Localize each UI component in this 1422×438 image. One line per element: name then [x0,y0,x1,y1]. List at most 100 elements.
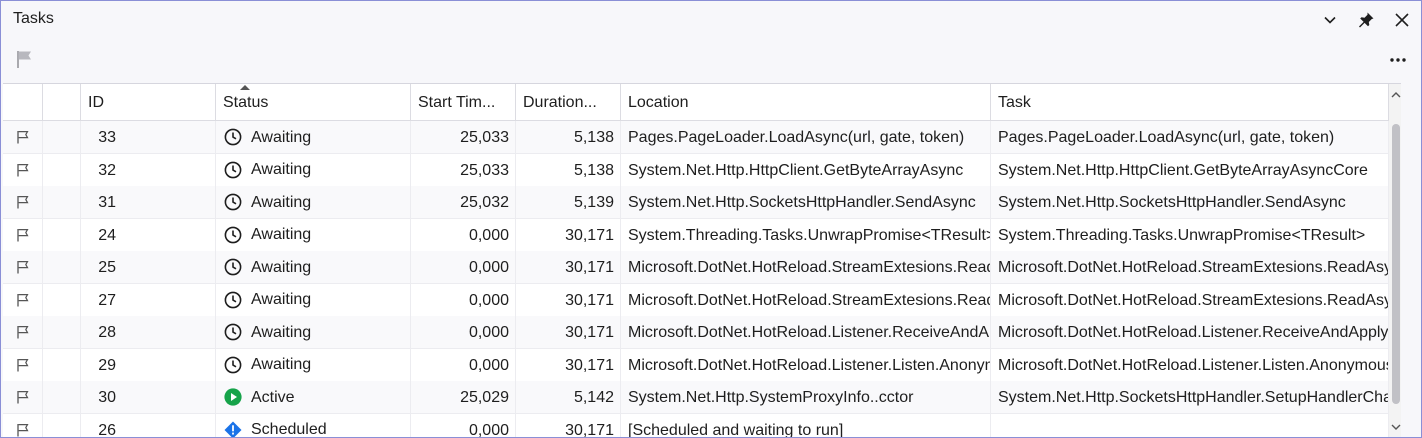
flag-task-toggle[interactable] [3,251,43,283]
task-location: System.Net.Http.HttpClient.GetByteArrayA… [621,153,991,186]
task-duration: 30,171 [516,283,621,316]
flag-outline-icon [16,423,29,436]
task-duration: 5,138 [516,121,621,153]
flag-task-toggle[interactable] [3,121,43,153]
row-blank-cell [43,186,81,218]
task-duration: 5,142 [516,381,621,413]
flag-task-toggle[interactable] [3,283,43,316]
task-start-time: 0,000 [411,316,516,348]
play-circle-icon [224,388,242,406]
task-id: 26 [81,413,216,437]
col-header-blank[interactable] [43,84,81,120]
task-duration: 5,138 [516,153,621,186]
flag-toolbar-button[interactable] [15,49,37,71]
scrollbar-thumb[interactable] [1392,124,1400,404]
row-blank-cell [43,348,81,381]
flag-outline-icon [16,293,29,306]
col-header-task[interactable]: Task [991,84,1389,120]
table-row[interactable]: 29 Awaiting 0,000 30,171 Microsoft.DotNet.Ho… [3,348,1389,382]
task-location: Pages.PageLoader.LoadAsync(url, gate, to… [621,121,991,153]
toolbar [1,39,1421,83]
close-icon [1395,13,1409,27]
task-start-time: 25,033 [411,153,516,186]
task-duration: 30,171 [516,348,621,381]
flag-outline-icon [16,196,29,209]
task-id: 30 [81,381,216,413]
tasks-window: Tasks ID Status Start Tim... Duration...… [0,0,1422,438]
clock-icon [224,226,242,244]
col-header-duration[interactable]: Duration... [516,84,621,120]
col-header-status-label: Status [223,94,269,111]
col-header-status[interactable]: Status [216,84,411,120]
task-start-time: 0,000 [411,348,516,381]
window-menu-button[interactable] [1317,7,1343,33]
clock-icon [224,323,242,341]
table-row[interactable]: 26 Scheduled 0,000 30,171 [Scheduled and wai… [3,413,1389,437]
table-row[interactable]: 33 Awaiting 25,033 5,138 Pages.PageLoader.Lo… [3,121,1389,154]
flag-task-toggle[interactable] [3,218,43,251]
task-id: 33 [81,121,216,153]
scroll-down-icon[interactable] [1390,422,1401,432]
task-status: Awaiting [216,348,411,381]
task-start-time: 0,000 [411,251,516,283]
clock-icon [224,128,242,146]
task-status: Awaiting [216,121,411,153]
col-header-location[interactable]: Location [621,84,991,120]
flag-task-toggle[interactable] [3,316,43,348]
task-start-time: 0,000 [411,283,516,316]
sort-ascending-icon [240,85,250,90]
flag-task-toggle[interactable] [3,348,43,381]
table-row[interactable]: 25 Awaiting 0,000 30,171 Microsoft.DotNet.Ho… [3,251,1389,284]
task-status-label: Active [251,388,295,406]
chevron-down-icon [1324,16,1336,24]
table-row[interactable]: 30 Active 25,029 5,142 System.Net.Http.Syste… [3,381,1389,414]
row-blank-cell [43,381,81,413]
flag-task-toggle[interactable] [3,186,43,218]
flag-outline-icon [16,391,29,404]
task-start-time: 0,000 [411,218,516,251]
task-status: Awaiting [216,218,411,251]
task-status-label: Awaiting [251,226,312,243]
table-row[interactable]: 27 Awaiting 0,000 30,171 Microsoft.DotNet.Ho… [3,283,1389,317]
table-row[interactable]: 31 Awaiting 25,032 5,139 System.Net.Http.Soc… [3,186,1389,219]
scroll-up-icon[interactable] [1390,90,1401,100]
task-location: Microsoft.DotNet.HotReload.Listener.List… [621,348,991,381]
table-row[interactable]: 24 Awaiting 0,000 30,171 System.Threading.Ta… [3,218,1389,252]
pin-button[interactable] [1353,7,1379,33]
flag-task-toggle[interactable] [3,153,43,186]
info-diamond-icon [224,421,242,437]
pin-icon [1359,12,1374,28]
task-status-label: Awaiting [251,258,312,276]
col-header-flag[interactable] [3,84,43,120]
task-id: 31 [81,186,216,218]
row-blank-cell [43,121,81,153]
task-name: System.Threading.Tasks.UnwrapPromise<TRe… [991,218,1389,251]
clock-icon [224,291,242,309]
task-name: Pages.PageLoader.LoadAsync(url, gate, to… [991,121,1389,153]
task-name: Microsoft.DotNet.HotReload.StreamExtesio… [991,283,1389,316]
col-header-id[interactable]: ID [81,84,216,120]
task-location: Microsoft.DotNet.HotReload.Listener.Rece… [621,316,991,348]
more-options-button[interactable] [1384,47,1412,73]
task-location: Microsoft.DotNet.HotReload.StreamExtesio… [621,283,991,316]
vertical-scrollbar[interactable] [1389,84,1401,437]
task-id: 27 [81,283,216,316]
row-blank-cell [43,283,81,316]
table-row[interactable]: 32 Awaiting 25,033 5,138 System.Net.Http.Htt… [3,153,1389,187]
task-location: System.Net.Http.SystemProxyInfo..cctor [621,381,991,413]
close-button[interactable] [1389,7,1415,33]
table-row[interactable]: 28 Awaiting 0,000 30,171 Microsoft.DotNet.Ho… [3,316,1389,349]
flag-outline-icon [16,163,29,176]
task-id: 25 [81,251,216,283]
flag-task-toggle[interactable] [3,381,43,413]
task-location: System.Threading.Tasks.UnwrapPromise<TRe… [621,218,991,251]
flag-task-toggle[interactable] [3,413,43,437]
task-status-label: Awaiting [251,161,312,178]
task-status: Awaiting [216,316,411,348]
task-status: Awaiting [216,283,411,316]
col-header-start-time[interactable]: Start Tim... [411,84,516,120]
task-name: Microsoft.DotNet.HotReload.Listener.Rece… [991,316,1389,348]
flag-outline-icon [16,358,29,371]
task-status-label: Awaiting [251,291,312,308]
flag-outline-icon [16,131,29,144]
